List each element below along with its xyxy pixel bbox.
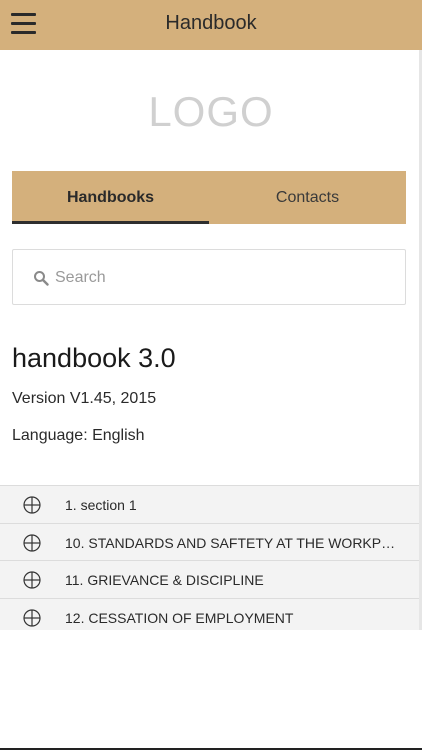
section-label: 10. STANDARDS AND SAFTETY AT THE WORKPLA… [65, 534, 400, 551]
handbook-version: Version V1.45, 2015 [12, 390, 157, 407]
list-item[interactable]: 12. CESSATION OF EMPLOYMENT [0, 598, 419, 630]
tab-bar: Handbooks Contacts [12, 171, 406, 224]
app-header: Handbook [0, 0, 422, 50]
expand-plus-icon[interactable] [23, 496, 41, 514]
handbook-title: handbook 3.0 [12, 343, 176, 373]
expand-plus-icon[interactable] [23, 608, 41, 627]
tab-contacts[interactable]: Contacts [209, 171, 406, 224]
handbook-language: Language: English [12, 427, 145, 444]
section-list: 1. section 1 10. STANDARDS AND SAFTETY A… [0, 485, 419, 630]
tab-handbooks[interactable]: Handbooks [12, 171, 209, 224]
section-label: 11. GRIEVANCE & DISCIPLINE [65, 572, 264, 588]
section-label: 1. section 1 [65, 497, 137, 513]
logo: LOGO [148, 88, 274, 135]
search-icon [34, 271, 49, 286]
list-item[interactable]: 11. GRIEVANCE & DISCIPLINE [0, 561, 419, 599]
search-input[interactable] [55, 264, 385, 292]
section-label: 12. CESSATION OF EMPLOYMENT [65, 609, 294, 626]
header-title: Handbook [165, 12, 257, 34]
list-item[interactable]: 10. STANDARDS AND SAFTETY AT THE WORKPLA… [0, 523, 419, 561]
expand-plus-icon[interactable] [23, 533, 41, 552]
search-box[interactable] [12, 249, 406, 305]
list-item[interactable]: 1. section 1 [0, 486, 419, 524]
expand-plus-icon[interactable] [23, 571, 41, 589]
